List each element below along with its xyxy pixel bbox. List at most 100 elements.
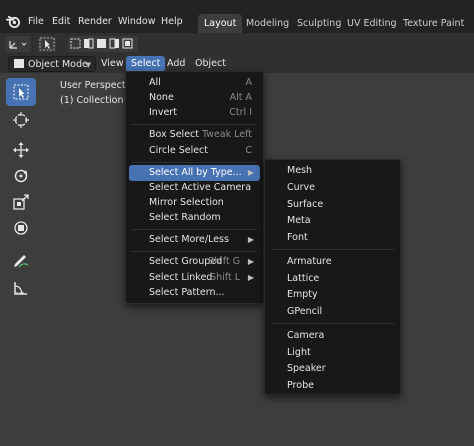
menu-add[interactable]: Add <box>162 56 190 72</box>
menu-item-select-random[interactable]: Select Random <box>129 210 260 226</box>
blender-logo-icon[interactable] <box>6 14 21 29</box>
menu-item-select-grouped[interactable]: Select Grouped Shift G ▶ <box>129 254 260 270</box>
object-mode-label: Object Mode <box>28 59 88 70</box>
menu-item-shortcut: Tweak Left <box>201 129 252 140</box>
scale-icon <box>13 194 29 210</box>
menu-item-label: All <box>149 77 161 88</box>
menu-item-none[interactable]: None Alt A <box>129 90 260 106</box>
tool-scale[interactable] <box>6 188 36 216</box>
selection-mode-buttons[interactable] <box>68 36 138 52</box>
tab-texture-paint[interactable]: Texture Paint <box>397 14 470 33</box>
submenu-arrow-icon: ▶ <box>247 273 254 282</box>
menu-item-shortcut: Shift L <box>210 272 240 283</box>
menu-item-label: Box Select <box>149 129 199 140</box>
tool-select-box[interactable] <box>6 78 36 106</box>
submenu-item-empty[interactable]: Empty <box>268 287 397 303</box>
tab-sculpting[interactable]: Sculpting <box>291 14 347 33</box>
menu-render[interactable]: Render <box>78 16 112 30</box>
submenu-item-surface[interactable]: Surface <box>268 197 397 213</box>
submenu-item-label: Speaker <box>287 363 326 374</box>
menu-item-label: Select Linked <box>149 272 213 283</box>
submenu-item-probe[interactable]: Probe <box>268 378 397 394</box>
submenu-item-label: GPencil <box>287 306 323 317</box>
menu-item-shortcut: A <box>245 77 253 88</box>
menu-object[interactable]: Object <box>190 56 231 72</box>
move-arrows-icon <box>13 142 29 158</box>
submenu-item-lattice[interactable]: Lattice <box>268 271 397 287</box>
tool-cursor[interactable] <box>6 106 36 134</box>
submenu-item-label: Light <box>287 347 311 358</box>
pencil-icon <box>14 255 29 268</box>
menu-item-label: Select Pattern... <box>149 287 225 298</box>
ruler-icon <box>14 282 27 295</box>
menu-separator <box>132 251 257 252</box>
submenu-item-mesh[interactable]: Mesh <box>268 163 397 179</box>
menu-edit[interactable]: Edit <box>52 16 70 30</box>
tool-move[interactable] <box>6 136 36 164</box>
gizmo-icon <box>9 41 27 49</box>
menu-view[interactable]: View <box>96 56 129 72</box>
transform-orientation-button[interactable] <box>5 36 31 52</box>
tool-measure[interactable] <box>6 274 36 302</box>
menu-item-box-select[interactable]: Box Select Tweak Left <box>129 127 260 143</box>
tab-uv-editing[interactable]: UV Editing <box>341 14 403 33</box>
submenu-item-label: Camera <box>287 330 325 341</box>
menu-item-mirror-selection[interactable]: Mirror Selection <box>129 195 260 211</box>
menu-item-circle-select[interactable]: Circle Select C <box>129 143 260 159</box>
menu-item-label: None <box>149 92 174 103</box>
submenu-item-label: Curve <box>287 182 316 193</box>
submenu-item-meta[interactable]: Meta <box>268 213 397 229</box>
submenu-item-curve[interactable]: Curve <box>268 180 397 196</box>
menu-item-invert[interactable]: Invert Ctrl I <box>129 105 260 121</box>
menu-item-label: Select Active Camera <box>149 182 252 193</box>
tool-rotate[interactable] <box>6 162 36 190</box>
menu-item-all[interactable]: All A <box>129 75 260 91</box>
submenu-item-speaker[interactable]: Speaker <box>268 361 397 377</box>
chevron-down-icon: ▼ <box>85 61 91 69</box>
menu-separator <box>132 162 257 163</box>
submenu-separator <box>271 323 394 324</box>
tool-transform[interactable] <box>6 214 36 242</box>
submenu-arrow-icon: ▶ <box>247 235 254 244</box>
rotate-icon <box>14 169 28 183</box>
menu-select[interactable]: Select <box>126 56 166 72</box>
tab-layout[interactable]: Layout <box>198 14 243 33</box>
submenu-item-label: Font <box>287 232 308 243</box>
tool-header <box>0 33 474 55</box>
select-menu: All A None Alt A Invert Ctrl I Box Select Tw… <box>125 71 264 304</box>
menu-item-select-active-camera[interactable]: Select Active Camera <box>129 180 260 196</box>
submenu-item-light[interactable]: Light <box>268 345 397 361</box>
submenu-arrow-icon: ▶ <box>247 168 254 177</box>
object-mode-icon <box>14 59 24 68</box>
menu-item-label: Select All by Type... <box>149 167 242 178</box>
menu-item-select-linked[interactable]: Select Linked Shift L ▶ <box>129 270 260 286</box>
submenu-item-font[interactable]: Font <box>268 230 397 246</box>
menu-file[interactable]: File <box>28 16 44 30</box>
menu-item-label: Select Random <box>149 212 221 223</box>
submenu-item-label: Surface <box>287 199 324 210</box>
menu-item-select-all-by-type[interactable]: Select All by Type... ▶ <box>129 165 260 181</box>
cursor-icon <box>39 37 55 51</box>
select-tool-button[interactable] <box>38 36 56 52</box>
tab-modeling[interactable]: Modeling <box>240 14 295 33</box>
submenu-item-gpencil[interactable]: GPencil <box>268 304 397 320</box>
crosshair-cursor-icon <box>13 112 29 128</box>
menu-window[interactable]: Window <box>118 16 155 30</box>
submenu-item-armature[interactable]: Armature <box>268 254 397 270</box>
object-mode-dropdown[interactable]: Object Mode ▼ <box>8 56 96 72</box>
submenu-item-camera[interactable]: Camera <box>268 328 397 344</box>
submenu-item-label: Lattice <box>287 273 320 284</box>
tool-annotate[interactable] <box>6 246 36 274</box>
menu-separator <box>132 229 257 230</box>
submenu-item-label: Mesh <box>287 165 313 176</box>
menu-item-shortcut: Shift G <box>208 256 240 267</box>
menu-separator <box>132 124 257 125</box>
submenu-item-label: Empty <box>287 289 318 300</box>
menu-help[interactable]: Help <box>161 16 183 30</box>
submenu-item-label: Armature <box>287 256 332 267</box>
menu-item-select-more-less[interactable]: Select More/Less ▶ <box>129 232 260 248</box>
menu-item-select-pattern[interactable]: Select Pattern... <box>129 285 260 301</box>
menu-item-shortcut: Alt A <box>229 92 252 103</box>
submenu-item-label: Probe <box>287 380 314 391</box>
menu-item-label: Invert <box>149 107 177 118</box>
